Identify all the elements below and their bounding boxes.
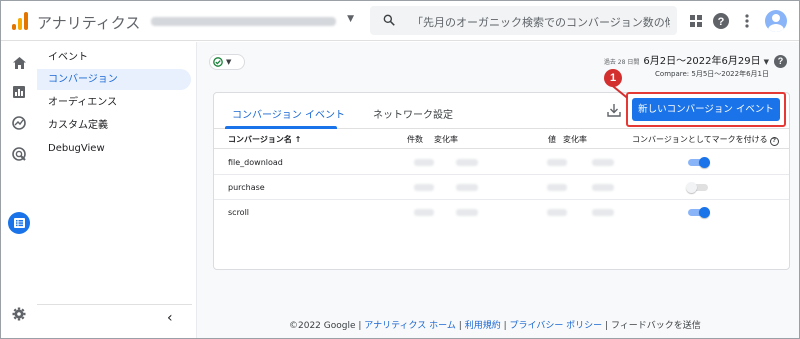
- footer-separator: |: [458, 321, 462, 331]
- svg-text:?: ?: [718, 16, 725, 28]
- footer-separator: |: [605, 321, 609, 331]
- value-redacted: [547, 209, 567, 216]
- check-circle-icon: [213, 57, 223, 67]
- tab-network-settings[interactable]: ネットワーク設定: [373, 106, 453, 121]
- footer-separator: |: [503, 321, 507, 331]
- sidebar-item-events[interactable]: イベント: [37, 47, 191, 68]
- conversion-name: purchase: [228, 183, 265, 192]
- search-placeholder: 「先月のオーガニック検索でのコンバージョン数の傾向…: [412, 16, 670, 29]
- count-change-redacted: [456, 184, 478, 191]
- main-content: ▼ 過去 28 日間 6月2日～2022年6月29日 ▼ Compare: 5月5日…: [197, 42, 799, 338]
- caret-down-icon: ▼: [226, 58, 232, 66]
- mark-conversion-toggle[interactable]: [686, 207, 710, 218]
- table-row: purchase: [214, 175, 789, 200]
- value-redacted: [547, 159, 567, 166]
- sidebar-item-audiences[interactable]: オーディエンス: [37, 92, 191, 113]
- value-change-redacted: [592, 184, 614, 191]
- brand-title: アナリティクス: [37, 14, 141, 32]
- annotation-step-badge: 1: [604, 69, 622, 87]
- date-range-value: 6月2日～2022年6月29日: [643, 56, 761, 67]
- table-body: file_download purchase scroll: [214, 150, 789, 270]
- explore-icon[interactable]: [10, 114, 28, 132]
- count-redacted: [414, 184, 434, 191]
- configure-icon[interactable]: [8, 212, 30, 234]
- table-row: scroll: [214, 200, 789, 225]
- value-change-redacted: [592, 209, 614, 216]
- tab-conversion-events[interactable]: コンバージョン イベント: [232, 106, 345, 121]
- sidebar-divider: [37, 304, 192, 305]
- count-redacted: [414, 159, 434, 166]
- reports-icon[interactable]: [10, 83, 28, 101]
- column-help-icon[interactable]: ?: [769, 137, 779, 146]
- date-range-compare: Compare: 5月5日～2022年6月1日: [655, 70, 769, 78]
- sidebar: イベント コンバージョン オーディエンス カスタム定義 DebugView ‹: [37, 42, 197, 338]
- search-box[interactable]: 「先月のオーガニック検索でのコンバージョン数の傾向…: [370, 6, 677, 35]
- column-header-mark-label: コンバージョンとしてマークを付ける: [632, 135, 768, 144]
- page-help-icon[interactable]: ?: [774, 55, 787, 68]
- property-name-redacted: [151, 17, 336, 26]
- card-tabs: コンバージョン イベント ネットワーク設定 1 新しいコンバージョン イベント: [214, 69, 789, 129]
- count-redacted: [414, 209, 434, 216]
- conversions-card: コンバージョン イベント ネットワーク設定 1 新しいコンバージョン イベント …: [213, 69, 790, 270]
- annotation-connector: [611, 85, 628, 99]
- count-change-redacted: [456, 209, 478, 216]
- data-status-dropdown[interactable]: ▼: [209, 54, 245, 70]
- table-row: file_download: [214, 150, 789, 175]
- more-vert-icon[interactable]: [738, 12, 756, 30]
- column-header-value[interactable]: 値: [548, 134, 556, 145]
- footer: ©2022 Google | アナリティクス ホーム | 利用規約 | プライバ…: [289, 318, 701, 331]
- sidebar-item-conversions[interactable]: コンバージョン: [37, 69, 191, 90]
- caret-down-icon: ▼: [763, 58, 769, 66]
- download-icon[interactable]: [607, 103, 621, 117]
- help-icon[interactable]: ?: [712, 12, 730, 30]
- footer-copyright: ©2022 Google |: [289, 321, 362, 331]
- value-change-redacted: [592, 159, 614, 166]
- column-header-mark-conversion: コンバージョンとしてマークを付ける?: [632, 134, 779, 146]
- conversion-name: scroll: [228, 208, 250, 217]
- value-redacted: [547, 184, 567, 191]
- column-header-count-change[interactable]: 変化率: [434, 134, 458, 145]
- date-range-prefix: 過去 28 日間: [603, 59, 640, 66]
- footer-feedback-link[interactable]: フィードバックを送信: [611, 321, 701, 331]
- home-icon[interactable]: [10, 54, 28, 72]
- mark-conversion-toggle[interactable]: [686, 182, 710, 193]
- new-conversion-event-button[interactable]: 新しいコンバージョン イベント: [632, 98, 780, 121]
- column-header-value-change[interactable]: 変化率: [563, 134, 587, 145]
- top-bar: アナリティクス ▼ 「先月のオーガニック検索でのコンバージョン数の傾向… ?: [1, 1, 799, 41]
- app-frame: アナリティクス ▼ 「先月のオーガニック検索でのコンバージョン数の傾向… ? イ…: [0, 0, 800, 339]
- count-change-redacted: [456, 159, 478, 166]
- caret-down-icon: ▼: [347, 14, 354, 24]
- footer-link-analytics-home[interactable]: アナリティクス ホーム: [364, 321, 456, 331]
- sidebar-item-debugview[interactable]: DebugView: [37, 138, 191, 159]
- property-selector[interactable]: ▼: [151, 13, 356, 29]
- search-icon: [383, 14, 395, 26]
- analytics-logo-icon[interactable]: [12, 12, 28, 30]
- column-header-count[interactable]: 件数: [407, 134, 423, 145]
- advertising-icon[interactable]: [10, 145, 28, 163]
- column-header-name[interactable]: コンバージョン名 ↑: [228, 134, 301, 145]
- active-tab-indicator: [225, 126, 337, 129]
- apps-grid-icon[interactable]: [687, 12, 705, 30]
- collapse-chevron-icon[interactable]: ‹: [167, 310, 173, 326]
- sidebar-item-custom-definitions[interactable]: カスタム定義: [37, 115, 191, 136]
- footer-link-terms[interactable]: 利用規約: [465, 321, 501, 331]
- avatar[interactable]: [765, 10, 787, 32]
- date-range-picker[interactable]: 過去 28 日間 6月2日～2022年6月29日 ▼ Compare: 5月5日～2…: [604, 52, 769, 79]
- conversion-name: file_download: [228, 158, 283, 167]
- nav-rail: [1, 42, 37, 338]
- table-header: コンバージョン名 ↑ 件数 変化率 値 変化率 コンバージョンとしてマークを付け…: [214, 130, 789, 149]
- mark-conversion-toggle[interactable]: [686, 157, 710, 168]
- settings-gear-icon[interactable]: [12, 307, 26, 321]
- footer-link-privacy[interactable]: プライバシー ポリシー: [510, 321, 603, 331]
